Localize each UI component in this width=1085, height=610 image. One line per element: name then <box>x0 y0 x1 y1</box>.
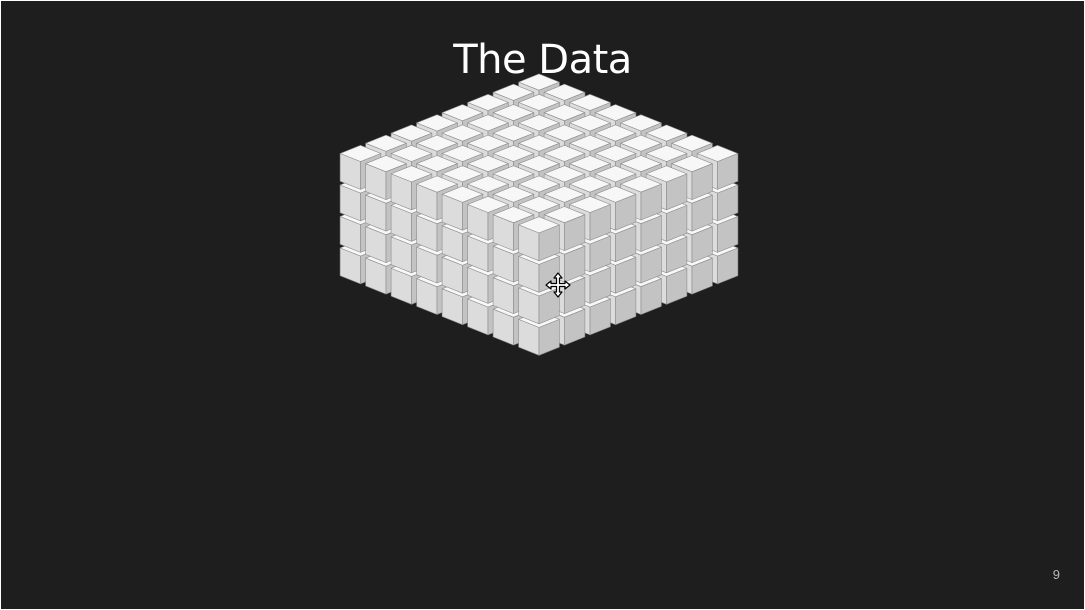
slide: The Data 9 <box>1 1 1084 609</box>
cube <box>518 216 560 262</box>
move-cursor-icon <box>545 272 571 298</box>
slide-number: 9 <box>1052 567 1060 582</box>
stacked-cubes-icon <box>339 73 739 356</box>
